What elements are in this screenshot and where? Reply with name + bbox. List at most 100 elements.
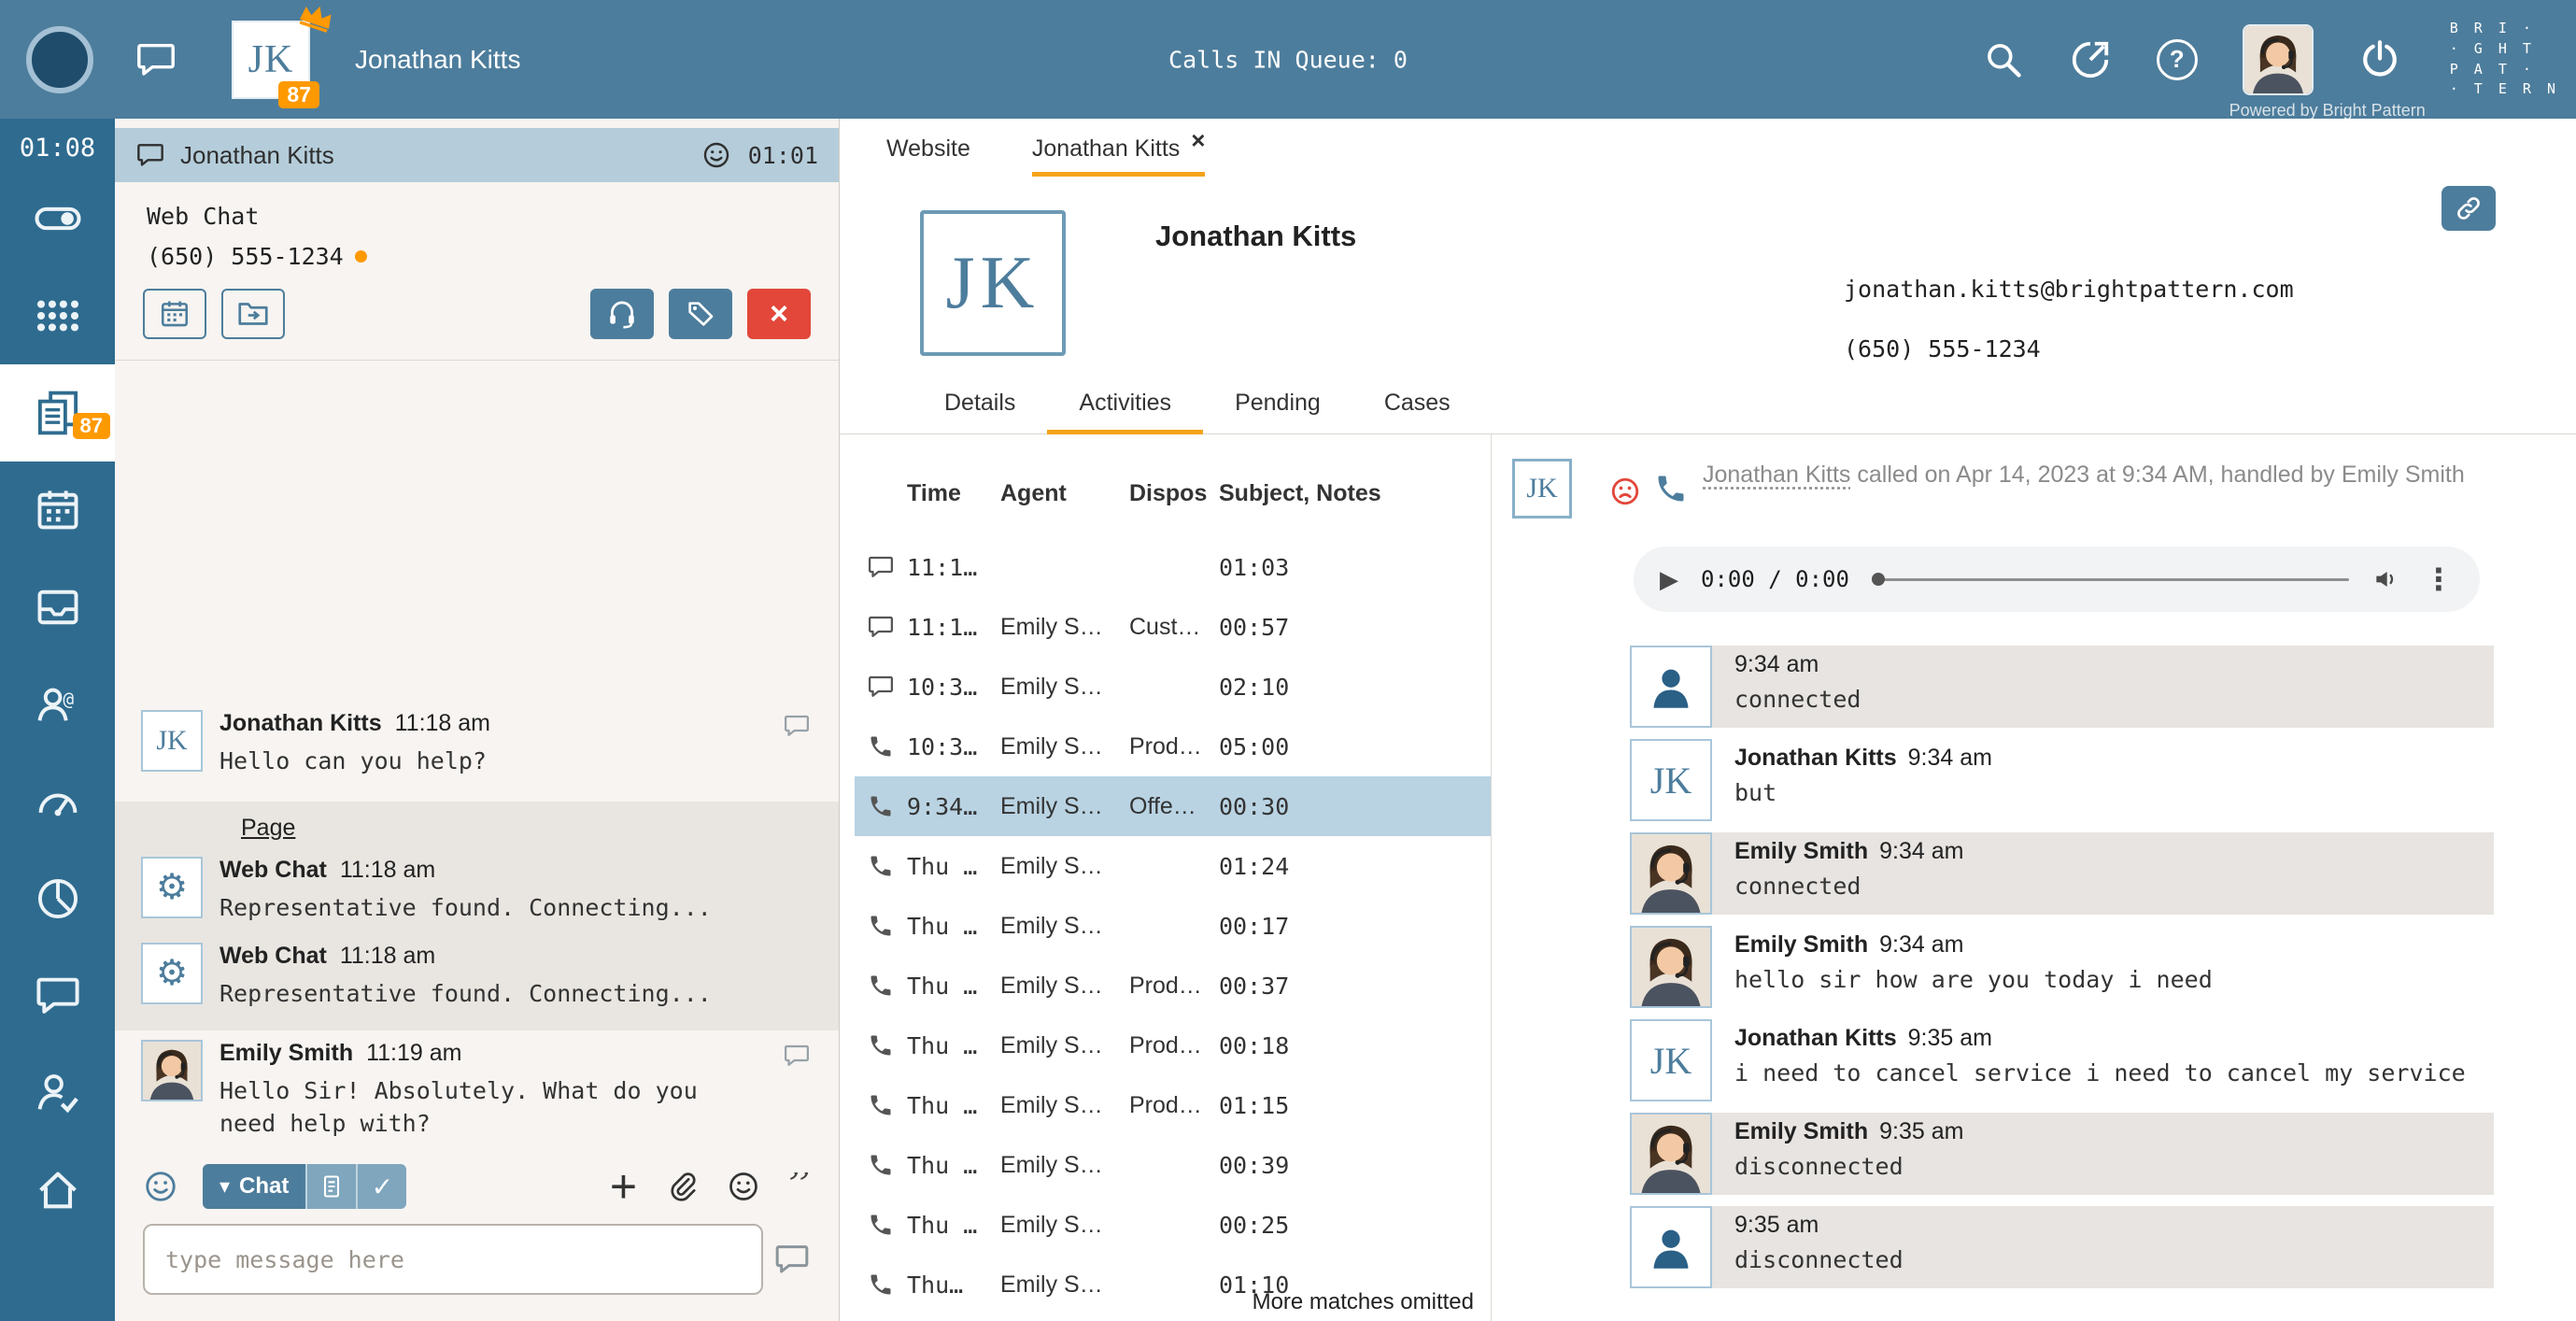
table-row[interactable]: Thu …Emily S…01:24 xyxy=(855,836,1491,896)
smiley-icon[interactable] xyxy=(727,1170,760,1203)
search-icon[interactable] xyxy=(1983,39,2024,80)
quote-icon[interactable]: ” xyxy=(788,1172,811,1200)
sidebar-item-chat-center[interactable] xyxy=(0,947,115,1044)
home-icon xyxy=(34,1166,82,1214)
volume-icon[interactable] xyxy=(2371,564,2401,594)
flag-disposition-button[interactable] xyxy=(669,289,732,339)
chat-bubble-icon xyxy=(34,972,82,1020)
table-row[interactable]: 10:3…Emily S…02:10 xyxy=(855,657,1491,717)
agent-avatar xyxy=(1630,832,1712,915)
logout-power-icon[interactable] xyxy=(2358,38,2401,81)
tab-cases[interactable]: Cases xyxy=(1352,390,1482,433)
tab-activities[interactable]: Activities xyxy=(1047,390,1203,434)
chat-mode-button[interactable]: ▾Chat xyxy=(203,1164,305,1209)
help-icon[interactable]: ? xyxy=(2157,39,2198,80)
table-row[interactable]: 11:1…Emily S…Cust…00:57 xyxy=(855,597,1491,657)
table-row[interactable]: 10:3…Emily S…Prod…05:00 xyxy=(855,717,1491,776)
share-icon[interactable] xyxy=(2069,38,2112,81)
status-toggle-icon xyxy=(33,193,83,244)
tab-details[interactable]: Details xyxy=(913,390,1047,433)
schedule-button[interactable] xyxy=(143,289,206,339)
table-row-selected[interactable]: 9:34…Emily S…Offe…00:30 xyxy=(855,776,1491,836)
table-row[interactable]: 11:1…01:03 xyxy=(855,537,1491,597)
avatar-initials: JK xyxy=(248,37,294,82)
tab-pending[interactable]: Pending xyxy=(1203,390,1352,433)
canned-response-button[interactable] xyxy=(305,1164,356,1209)
message-input[interactable] xyxy=(143,1224,763,1295)
sidebar-item-calendar[interactable] xyxy=(0,462,115,559)
sidebar-item-contacts[interactable] xyxy=(0,656,115,753)
table-row[interactable]: Thu …Emily S…Prod…00:18 xyxy=(855,1016,1491,1075)
sidebar-item-inbox[interactable] xyxy=(0,559,115,656)
headset-icon xyxy=(606,298,638,330)
sidebar-item-home[interactable] xyxy=(0,1142,115,1239)
tag-icon xyxy=(686,299,715,329)
end-chat-button[interactable]: × xyxy=(747,289,811,339)
transfer-button[interactable] xyxy=(221,289,285,339)
emoji-picker-icon[interactable] xyxy=(143,1169,178,1204)
sidebar-item-interactions[interactable]: 87 xyxy=(0,364,115,462)
table-row[interactable]: Thu …Emily S…Prod…00:37 xyxy=(855,956,1491,1016)
activity-summary-header: JK Jonathan Kitts called on Apr 14, 2023… xyxy=(1512,459,2576,518)
contact-email[interactable]: jonathan.kitts@brightpattern.com xyxy=(1844,276,2294,303)
speaker-name: Emily Smith xyxy=(1734,931,1868,958)
phone-type-icon xyxy=(855,1092,907,1118)
chat-message-agent: Emily Smith11:19 am Hello Sir! Absolutel… xyxy=(115,1030,839,1149)
activities-table: Time Agent Dispos Subject, Notes 11:1…01… xyxy=(855,434,1492,1321)
message-time: 11:18 am xyxy=(395,710,490,736)
confirm-button[interactable]: ✓ xyxy=(356,1164,406,1209)
active-contact-avatar[interactable]: JK 87 xyxy=(232,21,310,99)
agent-photo-avatar[interactable] xyxy=(2243,24,2314,95)
service-name: Web Chat xyxy=(147,203,839,230)
tab-contact[interactable]: Jonathan Kitts× xyxy=(1032,135,1206,177)
tab-website[interactable]: Website xyxy=(886,135,970,177)
message-text: but xyxy=(1734,779,1992,806)
sidebar-item-supervision[interactable] xyxy=(0,1044,115,1142)
active-chat-icon[interactable] xyxy=(134,38,177,81)
message-time: 11:18 am xyxy=(340,857,435,883)
sidebar-item-reports[interactable] xyxy=(0,850,115,947)
top-bar: JK 87 Jonathan Kitts Calls IN Queue: 0 ?… xyxy=(0,0,2576,119)
chat-type-icon xyxy=(855,553,907,581)
play-button[interactable]: ▶ xyxy=(1660,567,1678,591)
col-disposition: Dispos xyxy=(1129,480,1219,507)
transcript-message: JK Jonathan Kitts9:34 ambut xyxy=(1630,739,2494,821)
phone-type-icon xyxy=(855,973,907,999)
chat-message-list: JK Jonathan Kitts11:18 am Hello can you … xyxy=(115,361,839,1164)
chat-contact-name: Jonathan Kitts xyxy=(180,141,334,170)
sidebar-item-status-toggle[interactable] xyxy=(0,170,115,267)
logged-in-agent[interactable]: Powered by Bright Pattern xyxy=(2243,24,2314,95)
paperclip-icon[interactable] xyxy=(665,1170,699,1203)
contact-name-link[interactable]: Jonathan Kitts xyxy=(1703,462,1850,488)
message-options-icon[interactable] xyxy=(783,1042,811,1070)
agent-avatar xyxy=(141,1040,203,1101)
sidebar-item-dialpad[interactable] xyxy=(0,267,115,364)
seek-bar[interactable] xyxy=(1872,578,2349,581)
left-nav-sidebar: 01:08 87 xyxy=(0,119,115,1321)
seek-thumb[interactable] xyxy=(1872,573,1885,586)
copy-link-button[interactable] xyxy=(2442,186,2496,231)
table-row[interactable]: Thu …Emily S…00:25 xyxy=(855,1195,1491,1255)
voice-call-button[interactable] xyxy=(590,289,654,339)
close-tab-icon[interactable]: × xyxy=(1191,128,1205,152)
table-row[interactable]: Thu …Emily S…Prod…01:15 xyxy=(855,1075,1491,1135)
contact-phone[interactable]: (650) 555-1234 xyxy=(1844,335,2041,362)
sidebar-item-dashboard[interactable] xyxy=(0,753,115,850)
table-row[interactable]: Thu …Emily S…00:39 xyxy=(855,1135,1491,1195)
player-menu-icon[interactable]: ⋮ xyxy=(2424,564,2454,594)
chat-type-icon xyxy=(855,673,907,701)
contact-avatar: JK xyxy=(1630,1019,1712,1101)
person-check-icon xyxy=(34,1069,82,1117)
agent-presence-indicator[interactable] xyxy=(26,26,93,93)
message-options-icon[interactable] xyxy=(783,712,811,740)
main-content: Website Jonathan Kitts× JK Jonathan Kitt… xyxy=(840,119,2576,1321)
chat-header[interactable]: Jonathan Kitts 01:01 xyxy=(115,128,839,182)
event-text: disconnected xyxy=(1734,1246,1904,1273)
call-transcript: 9:34 amconnected JK Jonathan Kitts9:34 a… xyxy=(1630,646,2494,1300)
more-matches-note: More matches omitted xyxy=(1253,1289,1474,1315)
table-row[interactable]: Thu …Emily S…00:17 xyxy=(855,896,1491,956)
add-attachment-plus-icon[interactable]: + xyxy=(610,1168,637,1205)
sentiment-smiley-icon[interactable] xyxy=(701,140,731,170)
page-link[interactable]: Page xyxy=(241,815,295,842)
send-chat-icon[interactable] xyxy=(773,1241,811,1278)
